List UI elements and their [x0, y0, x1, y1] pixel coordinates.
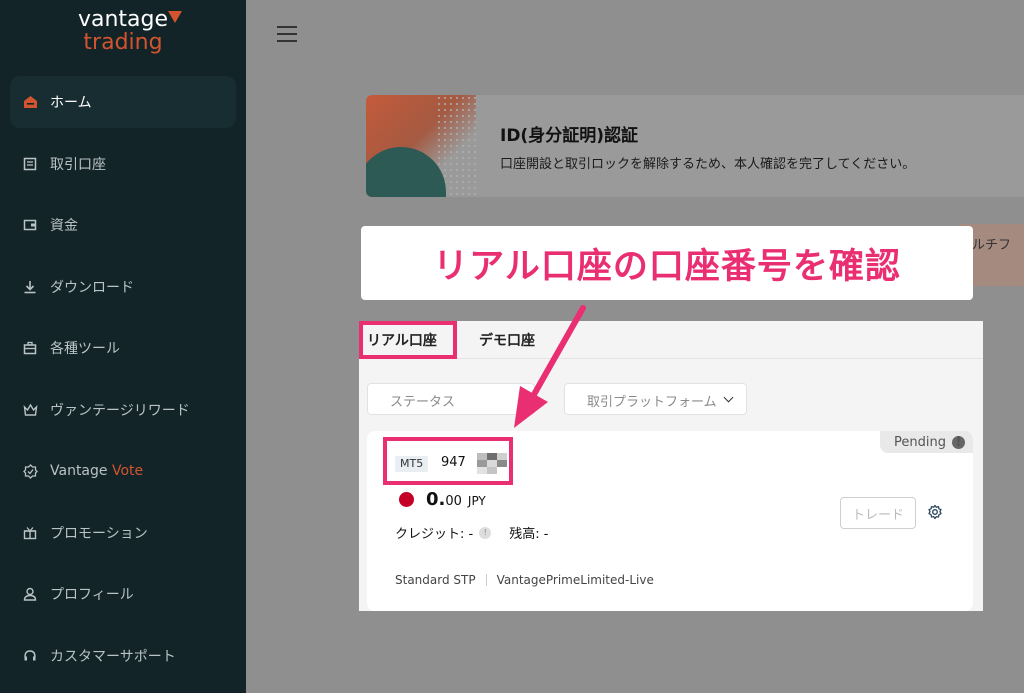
account-meta-row: Standard STP VantagePrimeLimited-Live — [395, 573, 654, 587]
home-icon — [22, 94, 38, 110]
sidebar-item-accounts[interactable]: 取引口座 — [10, 138, 236, 190]
id-verification-title: ID(身分証明)認証 — [500, 126, 638, 146]
highlight-box-tab — [359, 321, 457, 359]
info-icon[interactable]: ! — [479, 526, 492, 539]
id-verification-card[interactable]: ID(身分証明)認証 口座開設と取引ロックを解除するため、本人確認を完了してくだ… — [366, 95, 1024, 197]
hamburger-icon[interactable] — [277, 26, 297, 42]
sidebar-item-label: カスタマーサポート — [50, 648, 176, 665]
sidebar-item-home[interactable]: ホーム — [10, 76, 236, 128]
server-name: VantagePrimeLimited-Live — [496, 573, 654, 587]
account-card: Pending ! MT5 947 0. 00 JPY クレジット: - ! 残… — [367, 431, 973, 611]
annotation-callout-text: リアル口座の口座番号を確認 — [433, 246, 901, 287]
sidebar-item-label: ダウンロード — [50, 279, 134, 296]
sidebar-item-promotions[interactable]: プロモーション — [10, 507, 236, 559]
sidebar-item-label: 取引口座 — [50, 156, 106, 173]
promo-banner-text: ルチフ — [972, 238, 1012, 253]
jp-flag-icon — [399, 492, 414, 507]
id-card-illustration — [366, 95, 476, 197]
document-icon — [22, 156, 38, 172]
platform-filter-placeholder: 取引プラットフォーム — [587, 395, 717, 410]
balance-integer: 0. — [426, 489, 446, 510]
sidebar-item-label: ホーム — [50, 95, 92, 111]
logo-line1: vantage — [77, 7, 169, 32]
meta-divider — [485, 574, 487, 586]
wallet-icon — [22, 217, 38, 233]
status-filter-placeholder: ステータス — [390, 395, 456, 410]
credit-label: クレジット: - — [395, 527, 474, 542]
id-verification-description: 口座開設と取引ロックを解除するため、本人確認を完了してください。 — [500, 157, 916, 172]
sidebar: vantage trading ホーム 取引口座 資金 ダウンロード 各種ツール… — [0, 0, 246, 693]
sidebar-item-profile[interactable]: プロフィール — [10, 568, 236, 620]
logo-mark-icon — [168, 11, 183, 23]
tab-demo-account[interactable]: デモ口座 — [479, 330, 535, 350]
crown-icon — [22, 402, 38, 418]
sidebar-item-label: 各種ツール — [50, 341, 120, 357]
credit-row: クレジット: - ! 残高: - — [395, 523, 548, 542]
headset-icon — [22, 648, 38, 664]
balance-row: 0. 00 JPY — [399, 489, 486, 510]
sidebar-item-rewards[interactable]: ヴァンテージリワード — [10, 384, 236, 436]
trade-button[interactable]: トレード — [840, 497, 916, 529]
sidebar-nav: ホーム 取引口座 資金 ダウンロード 各種ツール ヴァンテージリワード Vant… — [10, 76, 236, 691]
badge-icon — [22, 463, 38, 479]
accounts-panel: リアル口座 デモ口座 ステータス 取引プラットフォーム Pending ! MT… — [359, 321, 983, 611]
sidebar-item-label: プロフィール — [50, 587, 134, 603]
trade-button-label: トレード — [851, 507, 904, 523]
toolbox-icon — [22, 340, 38, 356]
sidebar-item-vote[interactable]: Vantage Vote — [10, 445, 236, 497]
download-icon — [22, 279, 38, 295]
logo-line2: trading — [83, 30, 163, 55]
balance-currency: JPY — [467, 494, 486, 508]
brand-logo[interactable]: vantage trading — [0, 8, 246, 55]
info-icon[interactable]: ! — [952, 435, 965, 450]
sidebar-item-funds[interactable]: 資金 — [10, 199, 236, 251]
status-badge: Pending ! — [880, 431, 973, 453]
sidebar-item-tools[interactable]: 各種ツール — [10, 322, 236, 374]
chevron-down-icon — [523, 392, 534, 403]
sidebar-item-label: ヴァンテージリワード — [50, 402, 190, 419]
sidebar-item-support[interactable]: カスタマーサポート — [10, 630, 236, 682]
highlight-box-account — [383, 437, 513, 485]
equity-label: 残高: - — [509, 527, 549, 542]
status-filter-select[interactable]: ステータス — [367, 383, 535, 415]
account-tabs: リアル口座 デモ口座 — [359, 321, 983, 359]
vote-label-prefix: Vantage — [50, 463, 112, 479]
account-type: Standard STP — [395, 573, 476, 587]
vote-label-accent: Vote — [111, 463, 144, 479]
balance-decimal: 00 — [445, 494, 462, 509]
chevron-down-icon — [723, 392, 734, 403]
gift-icon — [22, 525, 38, 541]
platform-filter-select[interactable]: 取引プラットフォーム — [564, 383, 747, 415]
sidebar-item-label: プロモーション — [50, 525, 148, 542]
status-badge-label: Pending — [894, 434, 946, 450]
user-icon — [22, 586, 38, 602]
sidebar-item-label: 資金 — [50, 218, 78, 234]
sidebar-item-label: Vantage Vote — [50, 463, 143, 479]
annotation-callout: リアル口座の口座番号を確認 — [361, 226, 973, 300]
sidebar-item-download[interactable]: ダウンロード — [10, 261, 236, 313]
gear-icon[interactable] — [927, 504, 943, 520]
